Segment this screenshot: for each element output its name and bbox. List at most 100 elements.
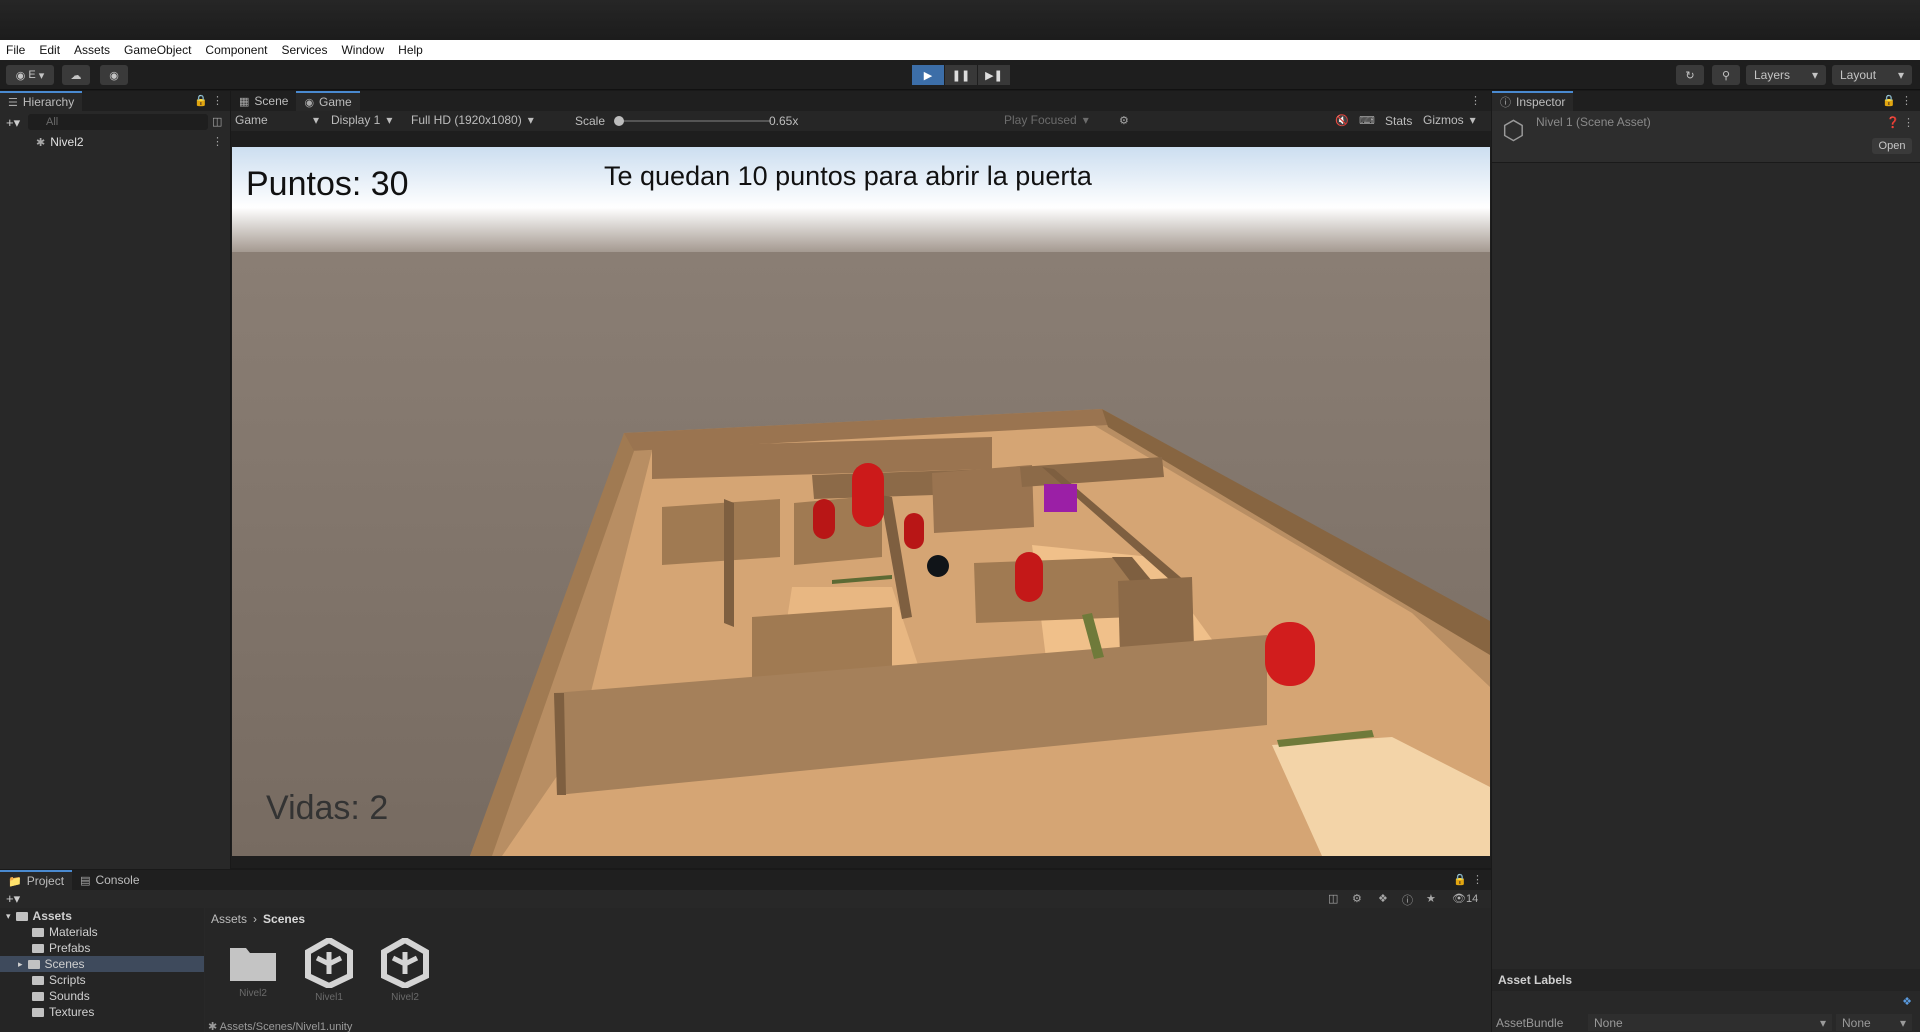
tree-item-prefabs[interactable]: Prefabs — [0, 940, 204, 956]
menu-assets[interactable]: Assets — [74, 43, 110, 57]
scene-options-icon[interactable]: ⋮ — [212, 135, 223, 148]
search-by-type-icon[interactable]: ◫ — [1328, 892, 1338, 905]
menu-window[interactable]: Window — [341, 43, 384, 57]
game-render-view[interactable]: Puntos: 30 Te quedan 10 puntos para abri… — [232, 147, 1490, 856]
tree-item-sounds[interactable]: Sounds — [0, 988, 204, 1004]
tree-item-label: Materials — [49, 925, 98, 939]
more-menu-icon[interactable]: ⋮ — [212, 94, 223, 107]
tab-project[interactable]: 📁 Project — [0, 870, 73, 890]
hidden-packages-toggle[interactable]: 👁14 — [1452, 892, 1478, 905]
menu-component[interactable]: Component — [205, 43, 267, 57]
asset-bundle-label: AssetBundle — [1496, 1015, 1564, 1030]
tab-inspector[interactable]: ⓘ Inspector — [1492, 91, 1574, 111]
play-button[interactable]: ▶ — [912, 65, 944, 85]
cloud-button[interactable]: ☁ — [62, 65, 90, 85]
scale-slider-track[interactable] — [621, 120, 771, 122]
chevron-down-icon: ▾ — [6, 910, 11, 921]
display-dropdown[interactable]: Display 1 ▾ — [331, 113, 392, 127]
filter-icon[interactable]: ◫ — [212, 115, 222, 128]
info-icon: ⓘ — [1500, 97, 1511, 109]
tab-hierarchy[interactable]: ☰ Hierarchy — [0, 91, 83, 111]
tree-item-scenes[interactable]: ▸ Scenes — [0, 956, 204, 972]
folder-icon — [32, 943, 44, 953]
menu-edit[interactable]: Edit — [39, 43, 60, 57]
asset-variant-value: None — [1842, 1015, 1871, 1030]
door-block — [1044, 484, 1077, 512]
tab-console[interactable]: ▤ Console — [72, 870, 147, 890]
account-button[interactable]: ◉ E ▾ — [6, 65, 54, 85]
more-menu-icon[interactable]: ⋮ — [1472, 873, 1483, 886]
tree-item-assets[interactable]: ▾ Assets — [0, 908, 204, 924]
search-button[interactable]: ⚲ — [1712, 65, 1740, 85]
keyboard-icon[interactable]: ⌨ — [1359, 114, 1375, 127]
info-icon[interactable]: ⓘ — [1402, 892, 1413, 908]
menu-gameobject[interactable]: GameObject — [124, 43, 191, 57]
filter-by-label-icon[interactable]: ⚙ — [1352, 892, 1362, 905]
tree-item-scripts[interactable]: Scripts — [0, 972, 204, 988]
tree-item-label: Sounds — [49, 989, 90, 1003]
breadcrumb-assets[interactable]: Assets — [211, 912, 247, 926]
game-view-panel: ▦ Scene ◉ Game ⋮ Game ▾ Display 1 ▾ Full H… — [231, 91, 1491, 868]
collab-icon: ◉ — [109, 69, 119, 82]
scale-label: Scale — [575, 114, 606, 128]
asset-scene[interactable]: Nivel2 — [375, 938, 435, 1008]
lock-icon[interactable]: 🔒 — [1882, 94, 1896, 107]
menu-services[interactable]: Services — [281, 43, 327, 57]
tag-icon[interactable]: ❖ — [1378, 892, 1388, 905]
asset-label: Nivel2 — [391, 992, 419, 1003]
selected-asset-path: ✱ Assets/Scenes/Nivel1.unity — [208, 1020, 352, 1032]
stats-button[interactable]: Stats — [1385, 114, 1412, 128]
tree-item-materials[interactable]: Materials — [0, 924, 204, 940]
menu-help[interactable]: Help — [398, 43, 423, 57]
asset-folder[interactable]: Nivel2 — [223, 938, 283, 1008]
lock-icon[interactable]: 🔒 — [194, 94, 208, 107]
chevron-down-icon: ▾ — [386, 113, 393, 127]
asset-bundle-dropdown[interactable]: None ▾ — [1588, 1014, 1832, 1031]
folder-icon — [32, 927, 44, 937]
favorite-star-icon[interactable]: ★ — [1426, 892, 1436, 905]
play-focused-dropdown[interactable]: Play Focused ▾ — [1004, 113, 1089, 127]
step-button[interactable]: ▶❚ — [978, 65, 1010, 85]
create-asset-button[interactable]: +▾ — [6, 891, 20, 907]
more-menu-icon[interactable]: ⋮ — [1901, 94, 1912, 107]
lock-icon[interactable]: 🔒 — [1453, 873, 1467, 886]
asset-label: Nivel1 — [315, 992, 343, 1003]
folder-icon — [32, 1007, 44, 1017]
tab-project-label: Project — [26, 874, 65, 888]
game-mode-dropdown[interactable]: Game ▾ — [235, 113, 319, 127]
menu-file[interactable]: File — [6, 43, 25, 57]
hidden-count: 14 — [1465, 893, 1479, 905]
layout-dropdown[interactable]: Layout ▾ — [1832, 65, 1912, 85]
asset-variant-dropdown[interactable]: None ▾ — [1836, 1014, 1912, 1031]
layers-dropdown[interactable]: Layers ▾ — [1746, 65, 1826, 85]
scene-icon: ▦ — [239, 95, 250, 108]
resolution-dropdown[interactable]: Full HD (1920x1080) ▾ — [411, 113, 534, 127]
tag-icon[interactable]: ❖ — [1902, 995, 1912, 1008]
hierarchy-search-input[interactable]: All — [28, 114, 208, 130]
more-menu-icon[interactable]: ⋮ — [1470, 94, 1481, 107]
chevron-down-icon: ▾ — [527, 113, 534, 127]
breadcrumb-scenes[interactable]: Scenes — [263, 912, 305, 926]
cloud-icon: ☁ — [70, 69, 82, 82]
list-icon: ☰ — [8, 96, 18, 109]
hierarchy-scene-root[interactable]: ✱ Nivel2 — [0, 133, 230, 151]
asset-scene[interactable]: Nivel1 — [299, 938, 359, 1008]
tree-item-textures[interactable]: Textures — [0, 1004, 204, 1020]
history-button[interactable]: ↻ — [1676, 65, 1704, 85]
tab-scene[interactable]: ▦ Scene — [231, 91, 296, 111]
collab-button[interactable]: ◉ — [100, 65, 128, 85]
folder-icon — [32, 991, 44, 1001]
hierarchy-tabbar: ☰ Hierarchy 🔒 ⋮ — [0, 91, 230, 111]
tab-game[interactable]: ◉ Game — [296, 91, 360, 111]
inspector-asset-title: Nivel 1 (Scene Asset) — [1536, 115, 1651, 129]
scale-slider-handle[interactable] — [614, 116, 624, 126]
add-object-button[interactable]: +▾ — [6, 115, 20, 131]
open-button[interactable]: Open — [1872, 138, 1912, 154]
asset-bundle-row: AssetBundle None ▾ None ▾ — [1492, 1013, 1920, 1032]
bug-icon[interactable]: ⚙ — [1119, 114, 1129, 127]
pause-button[interactable]: ❚❚ — [945, 65, 977, 85]
help-icon[interactable]: ❓ — [1886, 116, 1900, 129]
gizmos-dropdown[interactable]: Gizmos ▾ — [1423, 113, 1476, 127]
audio-mute-icon[interactable]: 🔇 — [1335, 114, 1349, 127]
more-menu-icon[interactable]: ⋮ — [1903, 116, 1914, 129]
